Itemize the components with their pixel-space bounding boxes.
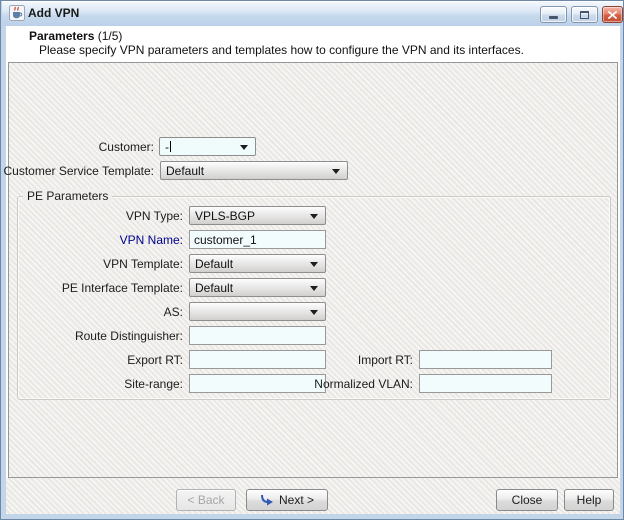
site-range-label: Site-range:: [1, 377, 183, 392]
pe-parameters-group-title: PE Parameters: [23, 189, 112, 204]
vpn-type-value: VPLS-BGP: [195, 209, 255, 223]
customer-service-template-combobox[interactable]: Default: [160, 161, 348, 180]
curved-arrow-right-icon: [260, 494, 274, 506]
export-rt-label: Export RT:: [1, 353, 183, 368]
import-rt-input[interactable]: [419, 350, 552, 369]
close-button[interactable]: Close: [496, 489, 558, 511]
wizard-step-description: Please specify VPN parameters and templa…: [39, 43, 524, 57]
titlebar[interactable]: Add VPN: [2, 1, 623, 26]
wizard-step-count: (1/5): [98, 29, 123, 43]
vpn-template-combobox[interactable]: Default: [189, 254, 326, 273]
window-title: Add VPN: [28, 6, 79, 20]
normalized-vlan-label: Normalized VLAN:: [291, 377, 413, 392]
help-button-label: Help: [577, 493, 602, 507]
customer-label: Customer:: [1, 140, 154, 155]
wizard-step-name: Parameters: [29, 29, 94, 43]
back-button-label: < Back: [187, 493, 224, 507]
close-window-button[interactable]: [602, 6, 623, 23]
chevron-down-icon: [332, 169, 340, 174]
close-icon: [608, 11, 617, 19]
next-button-label: Next >: [279, 493, 314, 507]
help-button[interactable]: Help: [564, 489, 614, 511]
java-cup-icon: [9, 5, 25, 21]
route-distinguisher-label: Route Distinguisher:: [1, 329, 183, 344]
pe-interface-template-label: PE Interface Template:: [1, 281, 183, 296]
vpn-template-value: Default: [195, 257, 233, 271]
next-button[interactable]: Next >: [246, 489, 328, 511]
route-distinguisher-input[interactable]: [189, 326, 326, 345]
import-rt-label: Import RT:: [291, 353, 413, 368]
close-button-label: Close: [512, 493, 543, 507]
vpn-type-label: VPN Type:: [1, 209, 183, 224]
minimize-icon: [549, 16, 558, 19]
customer-value: -: [165, 140, 169, 154]
maximize-button[interactable]: [571, 6, 598, 23]
pe-interface-template-combobox[interactable]: Default: [189, 278, 326, 297]
chevron-down-icon: [310, 214, 318, 219]
maximize-icon: [580, 11, 589, 19]
minimize-button[interactable]: [540, 6, 567, 23]
wizard-step-title: Parameters (1/5): [29, 29, 122, 43]
text-caret: [170, 141, 171, 152]
customer-service-template-label: Customer Service Template:: [1, 164, 154, 179]
vpn-name-label: VPN Name:: [1, 233, 183, 248]
customer-combobox[interactable]: -: [159, 137, 256, 156]
add-vpn-dialog: Add VPN Parameters (1/5) Please specify …: [0, 0, 624, 520]
customer-service-template-value: Default: [166, 164, 204, 178]
pe-parameters-group: [17, 196, 611, 400]
vpn-type-combobox[interactable]: VPLS-BGP: [189, 206, 326, 225]
normalized-vlan-input[interactable]: [419, 374, 552, 393]
as-label: AS:: [1, 305, 183, 320]
vpn-name-input[interactable]: [189, 230, 326, 249]
back-button[interactable]: < Back: [176, 489, 236, 511]
chevron-down-icon: [310, 310, 318, 315]
chevron-down-icon: [240, 145, 248, 150]
chevron-down-icon: [310, 286, 318, 291]
vpn-template-label: VPN Template:: [1, 257, 183, 272]
chevron-down-icon: [310, 262, 318, 267]
pe-interface-template-value: Default: [195, 281, 233, 295]
as-combobox[interactable]: [189, 302, 326, 321]
